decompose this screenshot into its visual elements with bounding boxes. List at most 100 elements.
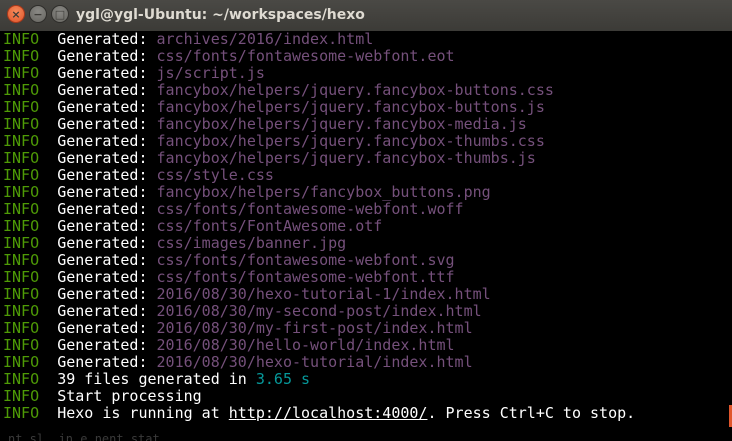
- log-level: INFO: [3, 183, 40, 201]
- log-line: INFO Generated: css/fonts/fontawesome-we…: [0, 269, 732, 286]
- log-level: INFO: [3, 166, 40, 184]
- log-message: Generated:: [57, 251, 157, 269]
- log-level: INFO: [3, 370, 40, 388]
- generated-file-path: fancybox/helpers/fancybox_buttons.png: [156, 183, 491, 201]
- maximize-button[interactable]: □: [51, 5, 69, 23]
- log-level: INFO: [3, 115, 40, 133]
- generated-file-path: archives/2016/index.html: [156, 30, 374, 48]
- log-level: INFO: [3, 336, 40, 354]
- log-message: Generated:: [57, 268, 157, 286]
- log-message: Generated:: [57, 98, 157, 116]
- generated-file-path: css/fonts/fontawesome-webfont.ttf: [156, 268, 455, 286]
- log-line: INFO Generated: 2016/08/30/hexo-tutorial…: [0, 286, 732, 303]
- log-level: INFO: [3, 217, 40, 235]
- log-level: INFO: [3, 200, 40, 218]
- generated-file-path: 2016/08/30/hello-world/index.html: [156, 336, 455, 354]
- log-level: INFO: [3, 285, 40, 303]
- log-level: INFO: [3, 319, 40, 337]
- log-line: INFO Generated: css/fonts/FontAwesome.ot…: [0, 218, 732, 235]
- minimize-button[interactable]: −: [29, 5, 47, 23]
- log-level: INFO: [3, 98, 40, 116]
- log-message: Generated:: [57, 166, 157, 184]
- generated-file-path: css/fonts/fontawesome-webfont.eot: [156, 47, 455, 65]
- close-icon: ×: [11, 7, 21, 21]
- log-level: INFO: [3, 404, 40, 422]
- log-message: Generated:: [57, 149, 157, 167]
- log-message: Generated:: [57, 285, 157, 303]
- processing-text: Start processing: [57, 387, 202, 405]
- terminal-window: × − □ ygl@ygl-Ubuntu: ~/workspaces/hexo …: [0, 0, 732, 441]
- log-message: Generated:: [57, 336, 157, 354]
- log-message: Generated:: [57, 47, 157, 65]
- generated-file-path: 2016/08/30/my-first-post/index.html: [156, 319, 473, 337]
- log-line: INFO Generated: fancybox/helpers/jquery.…: [0, 133, 732, 150]
- log-level: INFO: [3, 132, 40, 150]
- log-level: INFO: [3, 387, 40, 405]
- log-line: INFO Generated: fancybox/helpers/jquery.…: [0, 116, 732, 133]
- generated-file-path: fancybox/helpers/jquery.fancybox-media.j…: [156, 115, 527, 133]
- log-line: INFO Generated: 2016/08/30/my-second-pos…: [0, 303, 732, 320]
- log-line: INFO Generated: fancybox/helpers/jquery.…: [0, 150, 732, 167]
- server-prefix: Hexo is running at: [57, 404, 229, 422]
- maximize-icon: □: [54, 7, 66, 21]
- log-line: INFO Generated: css/fonts/fontawesome-we…: [0, 201, 732, 218]
- log-message: Generated:: [57, 132, 157, 150]
- generated-file-path: css/fonts/fontawesome-webfont.woff: [156, 200, 464, 218]
- window-controls: × − □: [7, 5, 69, 23]
- generated-file-path: js/script.js: [156, 64, 265, 82]
- log-list: INFO Generated: archives/2016/index.html…: [0, 31, 732, 371]
- server-url-link[interactable]: http://localhost:4000/: [229, 404, 428, 422]
- log-level: INFO: [3, 81, 40, 99]
- log-message: Generated:: [57, 30, 157, 48]
- terminal-output[interactable]: INFO Generated: archives/2016/index.html…: [0, 31, 732, 441]
- log-message: Generated:: [57, 115, 157, 133]
- log-message: Generated:: [57, 217, 157, 235]
- log-message: Generated:: [57, 234, 157, 252]
- generated-file-path: fancybox/helpers/jquery.fancybox-buttons…: [156, 98, 545, 116]
- generated-file-path: fancybox/helpers/jquery.fancybox-thumbs.…: [156, 132, 545, 150]
- log-line: INFO Generated: js/script.js: [0, 65, 732, 82]
- generated-file-path: css/style.css: [156, 166, 274, 184]
- generated-file-path: css/images/banner.jpg: [156, 234, 347, 252]
- log-level: INFO: [3, 302, 40, 320]
- cutoff-text: nt sl_ in.e_nent_stat: [8, 432, 160, 441]
- log-level: INFO: [3, 47, 40, 65]
- server-line: INFO Hexo is running at http://localhost…: [0, 405, 732, 422]
- generated-file-path: css/fonts/fontawesome-webfont.svg: [156, 251, 455, 269]
- log-line: INFO Generated: archives/2016/index.html: [0, 31, 732, 48]
- processing-line: INFO Start processing: [0, 388, 732, 405]
- title-bar: × − □ ygl@ygl-Ubuntu: ~/workspaces/hexo: [0, 0, 732, 32]
- window-title: ygl@ygl-Ubuntu: ~/workspaces/hexo: [76, 7, 365, 23]
- log-level: INFO: [3, 353, 40, 371]
- generated-file-path: fancybox/helpers/jquery.fancybox-thumbs.…: [156, 149, 536, 167]
- log-line: INFO Generated: 2016/08/30/my-first-post…: [0, 320, 732, 337]
- generated-file-path: 2016/08/30/my-second-post/index.html: [156, 302, 482, 320]
- log-line: INFO Generated: fancybox/helpers/jquery.…: [0, 82, 732, 99]
- log-message: Generated:: [57, 302, 157, 320]
- log-message: Generated:: [57, 200, 157, 218]
- log-message: Generated:: [57, 81, 157, 99]
- generated-file-path: 2016/08/30/hexo-tutorial-1/index.html: [156, 285, 491, 303]
- generated-file-path: css/fonts/FontAwesome.otf: [156, 217, 383, 235]
- log-level: INFO: [3, 234, 40, 252]
- generated-file-path: 2016/08/30/hexo-tutorial/index.html: [156, 353, 473, 371]
- log-line: INFO Generated: css/fonts/fontawesome-we…: [0, 48, 732, 65]
- log-message: Generated:: [57, 319, 157, 337]
- minimize-icon: −: [33, 7, 43, 21]
- log-line: INFO Generated: fancybox/helpers/fancybo…: [0, 184, 732, 201]
- log-line: INFO Generated: css/fonts/fontawesome-we…: [0, 252, 732, 269]
- log-line: INFO Generated: 2016/08/30/hello-world/i…: [0, 337, 732, 354]
- log-line: INFO Generated: css/style.css: [0, 167, 732, 184]
- summary-text: 39 files generated in: [57, 370, 256, 388]
- log-message: Generated:: [57, 183, 157, 201]
- log-level: INFO: [3, 149, 40, 167]
- log-line: INFO Generated: css/images/banner.jpg: [0, 235, 732, 252]
- generated-file-path: fancybox/helpers/jquery.fancybox-buttons…: [156, 81, 554, 99]
- log-level: INFO: [3, 268, 40, 286]
- log-level: INFO: [3, 64, 40, 82]
- server-suffix: . Press Ctrl+C to stop.: [427, 404, 636, 422]
- elapsed-time: 3.65 s: [255, 370, 311, 388]
- log-level: INFO: [3, 30, 40, 48]
- log-level: INFO: [3, 251, 40, 269]
- close-button[interactable]: ×: [7, 5, 25, 23]
